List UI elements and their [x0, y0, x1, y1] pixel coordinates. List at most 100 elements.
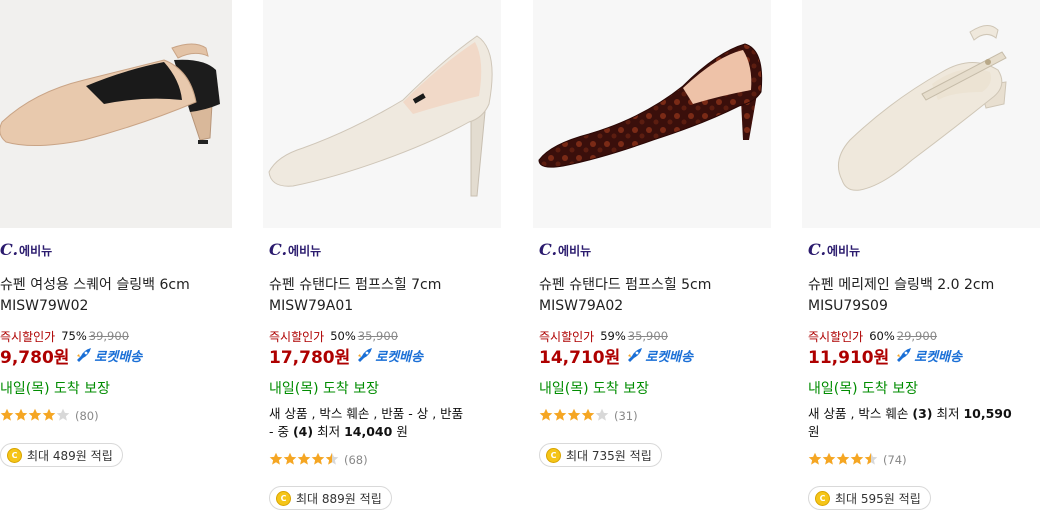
original-price: 35,900: [357, 329, 399, 343]
price-row: 9,780원 로켓배송: [0, 344, 143, 368]
rating-count: (80): [75, 409, 99, 423]
rocket-delivery-badge: 로켓배송: [895, 346, 962, 365]
arrival-guarantee: 내일(목) 도착 보장: [269, 381, 379, 397]
star-icon: [567, 408, 581, 421]
star-icon: [269, 452, 283, 465]
product-title-line2: MISW79W02: [0, 298, 89, 314]
price-row: 11,910원 로켓배송: [808, 344, 962, 368]
star-icon: [864, 452, 878, 465]
brand-logo: C. 에비뉴: [269, 240, 321, 260]
star-icon: [539, 408, 553, 421]
rocket-icon: [358, 348, 373, 362]
cashback-badge: C 최대 595원 적립: [808, 486, 931, 510]
brand-mark: C.: [0, 240, 19, 259]
rating: (68): [269, 452, 368, 468]
used-conditions: 새 상품 , 박스 훼손 , 반품 - 상 , 반품: [269, 406, 464, 421]
product-title-line2: MISU79S09: [808, 298, 888, 314]
star-icon: [808, 452, 822, 465]
star-icon: [325, 452, 339, 465]
coin-icon: C: [276, 490, 291, 506]
rating-stars: [808, 451, 878, 470]
star-icon: [28, 408, 42, 421]
product-card[interactable]: C. 에비뉴 슈펜 메리제인 슬링백 2.0 2cm MISU79S09 즉시할…: [802, 0, 1040, 524]
used-count: (4): [292, 424, 314, 439]
sale-price: 9,780원: [0, 347, 70, 368]
original-price: 29,900: [896, 329, 938, 343]
used-price-unit: 원: [396, 424, 408, 439]
cashback-text: 최대 735원 적립: [566, 448, 652, 463]
product-card[interactable]: C. 에비뉴 슈펜 슈탠다드 펌프스힐 7cm MISW79A01 즉시할인가 …: [263, 0, 501, 524]
brand-logo: C. 에비뉴: [0, 240, 52, 260]
product-title[interactable]: 슈펜 슈탠다드 펌프스힐 7cm MISW79A01: [269, 275, 499, 317]
star-icon: [0, 408, 14, 421]
cashback-text: 최대 595원 적립: [835, 491, 921, 506]
star-icon: [311, 452, 325, 465]
brand-logo: C. 에비뉴: [808, 240, 860, 260]
rocket-delivery-badge: 로켓배송: [356, 346, 423, 365]
rocket-icon: [77, 348, 92, 362]
used-options[interactable]: 새 상품 , 박스 훼손 , 반품 - 상 , 반품 - 중 (4) 최저 14…: [269, 405, 499, 441]
brand-mark: C.: [539, 240, 558, 259]
rocket-icon: [628, 348, 643, 362]
star-icon: [581, 408, 595, 421]
product-title[interactable]: 슈펜 메리제인 슬링백 2.0 2cm MISU79S09: [808, 275, 1038, 317]
sale-price: 11,910원: [808, 347, 890, 368]
used-lowest-label: 최저: [936, 406, 960, 421]
rocket-icon: [897, 348, 912, 362]
used-count: (3): [912, 406, 933, 421]
brand-name: 에비뉴: [288, 244, 322, 258]
rating-stars: [269, 451, 339, 470]
arrival-guarantee: 내일(목) 도착 보장: [0, 381, 110, 397]
product-card[interactable]: C. 에비뉴 슈펜 슈탠다드 펌프스힐 5cm MISW79A02 즉시할인가 …: [533, 0, 771, 524]
used-conditions-cont: - 중: [269, 424, 289, 439]
brand-name: 에비뉴: [558, 244, 592, 258]
brand-name: 에비뉴: [827, 244, 861, 258]
slingback-shoe-image: [0, 0, 232, 228]
product-card[interactable]: C. 에비뉴 슈펜 여성용 스퀘어 슬링백 6cm MISW79W02 즉시할인…: [0, 0, 232, 524]
used-price-unit: 원: [808, 424, 820, 439]
used-options[interactable]: 새 상품 , 박스 훼손 (3) 최저 10,590 원: [808, 405, 1038, 441]
cashback-badge: C 최대 489원 적립: [0, 443, 123, 467]
used-lowest-price: 14,040: [344, 424, 393, 439]
coin-icon: C: [815, 490, 830, 506]
product-title[interactable]: 슈펜 여성용 스퀘어 슬링백 6cm MISW79W02: [0, 275, 230, 317]
cashback-badge: C 최대 889원 적립: [269, 486, 392, 510]
price-row: 14,710원 로켓배송: [539, 344, 694, 368]
star-icon: [297, 452, 311, 465]
original-price: 39,900: [88, 329, 130, 343]
tortoise-pump-image: [533, 0, 771, 228]
cashback-text: 최대 889원 적립: [296, 491, 382, 506]
rating-count: (31): [614, 409, 638, 423]
pump-heel-image: [263, 0, 501, 228]
arrival-guarantee: 내일(목) 도착 보장: [539, 381, 649, 397]
discount-rate: 75%: [61, 329, 87, 343]
product-title[interactable]: 슈펜 슈탠다드 펌프스힐 5cm MISW79A02: [539, 275, 769, 317]
coin-icon: C: [7, 447, 22, 463]
cashback-badge: C 최대 735원 적립: [539, 443, 662, 467]
star-icon: [822, 452, 836, 465]
used-conditions: 새 상품 , 박스 훼손: [808, 406, 909, 421]
rocket-delivery-label: 로켓배송: [645, 349, 694, 365]
coin-icon: C: [546, 447, 561, 463]
star-icon: [42, 408, 56, 421]
product-image[interactable]: [802, 0, 1040, 228]
sale-price: 14,710원: [539, 347, 621, 368]
maryjane-slingback-image: [802, 0, 1040, 228]
product-grid: C. 에비뉴 슈펜 여성용 스퀘어 슬링백 6cm MISW79W02 즉시할인…: [0, 0, 1044, 524]
brand-logo: C. 에비뉴: [539, 240, 591, 260]
star-icon: [836, 452, 850, 465]
discount-rate: 50%: [330, 329, 356, 343]
discount-rate: 59%: [600, 329, 626, 343]
rating: (31): [539, 408, 638, 424]
product-image[interactable]: [263, 0, 501, 228]
cashback-text: 최대 489원 적립: [27, 448, 113, 463]
discount-rate: 60%: [869, 329, 895, 343]
star-icon: [56, 408, 70, 421]
arrival-guarantee: 내일(목) 도착 보장: [808, 381, 918, 397]
product-title-line1: 슈펜 슈탠다드 펌프스힐 5cm: [539, 277, 712, 293]
product-image[interactable]: [533, 0, 771, 228]
star-icon: [283, 452, 297, 465]
product-image[interactable]: [0, 0, 232, 228]
rating: (80): [0, 408, 99, 424]
rocket-delivery-label: 로켓배송: [94, 349, 143, 365]
